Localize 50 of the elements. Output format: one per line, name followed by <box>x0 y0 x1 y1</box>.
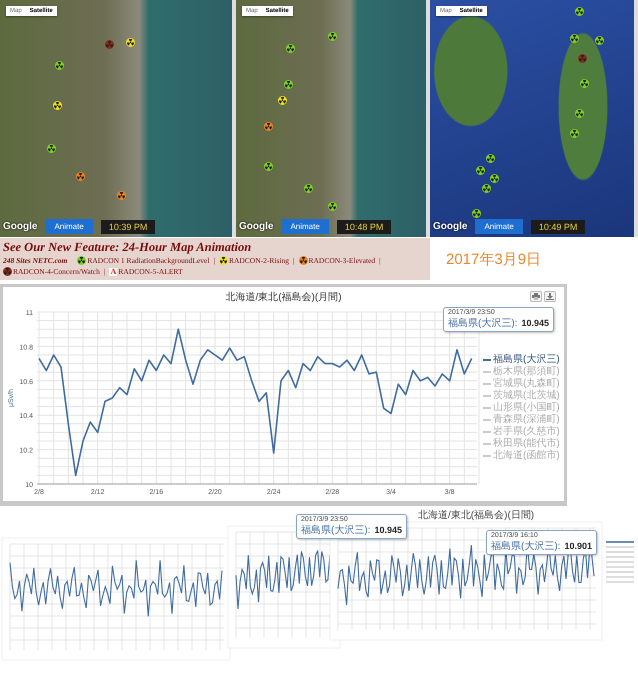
radiation-marker-icon <box>55 61 64 70</box>
tooltip-series: 福島県(大沢三): <box>491 540 560 553</box>
alert-icon: A <box>109 268 118 276</box>
radiation-marker-icon <box>126 38 135 47</box>
radiation-marker-icon <box>264 162 273 171</box>
radiation-marker-icon <box>595 36 604 45</box>
radiation-marker-icon <box>570 34 579 43</box>
print-button[interactable] <box>530 291 542 302</box>
radiation-marker-icon <box>47 144 56 153</box>
radiation-marker-icon <box>476 166 485 175</box>
radiation-marker-icon <box>304 184 313 193</box>
map-credit: Google <box>239 221 274 232</box>
radiation-marker-icon <box>580 79 589 88</box>
tooltip-value: 10.945 <box>374 525 402 535</box>
radiation-marker-icon <box>490 174 499 183</box>
radiation-marker-icon <box>570 129 579 138</box>
legend-entry[interactable]: 福島県(大沢三) <box>483 354 560 366</box>
map-credit: Google <box>433 221 468 232</box>
time-display: 10:48 PM <box>336 220 392 234</box>
radiation-marker-icon <box>578 54 587 63</box>
radiation-marker-icon <box>482 184 491 193</box>
radiation-marker-icon <box>117 191 126 200</box>
download-button[interactable] <box>544 291 556 302</box>
radiation-marker-icon <box>284 80 293 89</box>
banner-headline: See Our New Feature: 24-Hour Map Animation <box>3 240 252 255</box>
radiation-marker-icon <box>486 154 495 163</box>
tooltip-series: 福島県(大沢三): <box>448 316 518 330</box>
radiation-marker-icon <box>575 109 584 118</box>
chart-title: 北海道/東北(福島会)(日間) <box>418 508 534 522</box>
tooltip-value: 10.945 <box>521 318 549 328</box>
time-display: 10:39 PM <box>100 220 156 234</box>
animate-button[interactable]: Animate <box>475 219 523 234</box>
radiation-marker-icon <box>53 101 62 110</box>
time-display: 10:49 PM <box>530 220 586 234</box>
animate-button[interactable]: Animate <box>45 219 93 234</box>
radiation-marker-icon <box>575 7 584 16</box>
radiation-marker-icon <box>278 96 287 105</box>
radiation-marker-icon <box>286 44 295 53</box>
date-label: 2017年3月9日 <box>445 250 542 270</box>
animate-button[interactable]: Animate <box>281 219 329 234</box>
radiation-marker-icon <box>264 122 273 131</box>
radiation-marker-icon <box>472 209 481 218</box>
tooltip-series: 福島県(大沢三): <box>301 524 370 537</box>
radiation-marker-icon <box>76 172 85 181</box>
map-credit: Google <box>3 221 38 232</box>
chart-title: 北海道/東北(福島会)(月間) <box>225 290 342 304</box>
tooltip-value: 10.901 <box>564 541 592 551</box>
radiation-marker-icon <box>328 32 337 41</box>
radiation-marker-icon <box>328 202 337 211</box>
radiation-marker-icon <box>105 40 114 49</box>
